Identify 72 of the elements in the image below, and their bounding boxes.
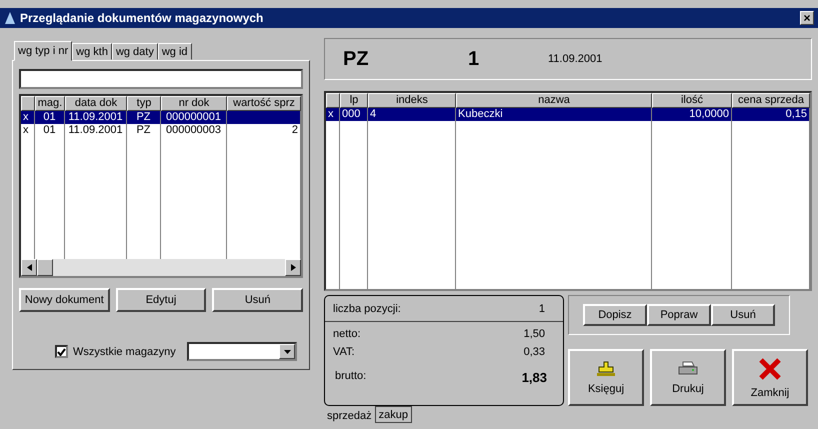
tab[interactable]: wg typ i nr [14,41,72,61]
checkbox-label: Wszystkie magazyny [73,346,176,358]
column-header[interactable]: ilość [652,93,732,108]
row-header [326,93,340,108]
action-button[interactable]: Usuń [711,304,775,326]
table-cell: 4 [368,108,456,121]
action-button[interactable]: Nowy dokument [19,288,110,312]
tab[interactable]: zakup [374,406,412,423]
table-cell: 11.09.2001 [65,111,127,124]
table-cell: 01 [35,111,65,124]
summary-value: 0,33 [524,346,545,358]
column-header[interactable]: nazwa [456,93,652,108]
table-cell: 0,15 [732,108,810,121]
toolbar-button[interactable]: Księguj [568,349,644,406]
window-title: Przeglądanie dokumentów magazynowych [20,11,264,25]
document-number: 1 [468,48,480,70]
table-row[interactable]: x 01 11.09.2001 PZ 000000003 2 [21,124,301,137]
summary-label: liczba pozycji: [333,303,401,315]
right-arrow-icon [290,264,296,271]
column-header[interactable]: typ [127,96,161,111]
checkbox[interactable] [55,345,68,358]
action-button[interactable]: Popraw [647,304,711,326]
table-cell: 000 [340,108,368,121]
table-cell: x [21,124,35,137]
scroll-thumb[interactable] [37,259,53,276]
printer-icon [677,360,699,376]
app-icon [4,12,16,24]
summary-label: netto: [333,328,361,340]
document-type: PZ [343,48,370,70]
table-cell: Kubeczki [456,108,652,121]
summary-value: 1,50 [524,328,545,340]
action-button[interactable]: Usuń [212,288,304,312]
column-header[interactable]: cena sprzeda [732,93,810,108]
scroll-left-button[interactable] [21,259,37,276]
action-button[interactable]: Dopisz [583,304,647,326]
column-header[interactable]: data dok [65,96,127,111]
left-arrow-icon [26,264,32,271]
table-cell: 10,0000 [652,108,732,121]
scroll-right-button[interactable] [285,259,301,276]
check-icon [57,348,66,356]
summary-label: brutto: [335,370,366,384]
table-cell: PZ [127,111,161,124]
data-grid[interactable]: mag. data dok typ nr dok wartość sprz x 01 11.09.2001 PZ 000000001 x 01 11.09.2001 PZ 000000003 2 [19,94,303,278]
row-header [21,96,35,111]
column-header[interactable]: nr dok [161,96,227,111]
column-header[interactable]: mag. [35,96,65,111]
action-button[interactable]: Edytuj [116,288,206,312]
table-cell: x [326,108,340,121]
search-field[interactable] [19,69,303,89]
summary-label: VAT: [333,346,355,358]
column-header[interactable]: wartość sprz [227,96,301,111]
close-icon [758,356,782,380]
close-button[interactable]: × [800,11,814,25]
horizontal-scrollbar[interactable] [21,259,301,276]
toolbar-button[interactable]: Drukuj [650,349,726,406]
toolbar-button[interactable]: Zamknij [732,349,808,406]
tab[interactable]: wg daty [112,43,158,60]
table-row[interactable]: x 000 4 Kubeczki 10,0000 0,15 [326,108,810,121]
tab[interactable]: wg id [158,43,192,60]
table-cell: 000000001 [161,111,227,124]
summary-value: 1,83 [522,370,547,385]
tab[interactable]: wg kth [72,43,112,60]
down-arrow-icon [284,350,290,354]
table-row[interactable]: x 01 11.09.2001 PZ 000000001 [21,111,301,124]
column-header[interactable]: lp [340,93,368,108]
document-date: 11.09.2001 [548,53,602,65]
summary-value: 1 [538,303,545,315]
stamp-icon [596,360,616,376]
column-header[interactable]: indeks [368,93,456,108]
table-cell: x [21,111,35,124]
data-grid[interactable]: lp indeks nazwa ilość cena sprzeda x 000 4 Kubeczki 10,0000 0,15 [324,91,812,291]
dropdown[interactable] [186,342,297,361]
